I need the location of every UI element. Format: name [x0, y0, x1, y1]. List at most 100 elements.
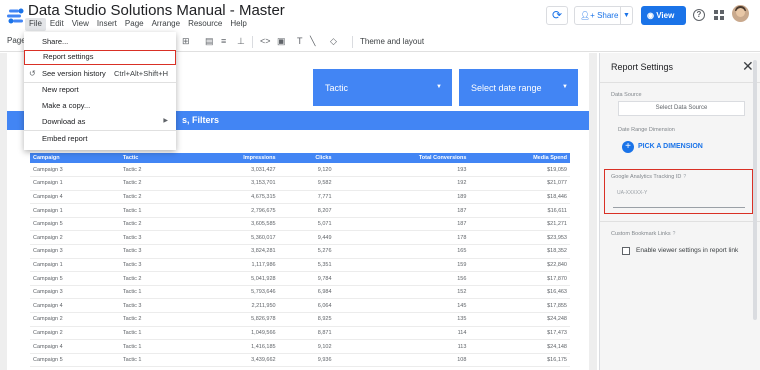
column-header[interactable]: Campaign [30, 153, 120, 163]
table-cell: Campaign 1 [33, 207, 63, 214]
table-row[interactable]: Campaign 3 Tactic 3 3,824,281 5,276 165 $18,3… [30, 245, 570, 259]
panel-title: Report Settings [611, 62, 674, 72]
table-cell: 2,796,675 [251, 207, 276, 214]
table-cell: $24,148 [547, 343, 567, 350]
text-box-icon[interactable]: T [297, 36, 303, 46]
menu-arrange[interactable]: Arrange [148, 18, 184, 31]
avatar-face [736, 8, 745, 17]
table-row[interactable]: Campaign 5 Tactic 2 5,041,928 9,784 156 $17,8… [30, 272, 570, 286]
menu-item-make-copy[interactable]: Make a copy... [24, 98, 176, 113]
tactic-filter-control[interactable]: Tactic ▼ [313, 69, 452, 106]
embed-code-icon[interactable]: <> [260, 36, 271, 46]
table-row[interactable]: Campaign 4 Tactic 2 4,675,315 7,771 189 $18,4… [30, 190, 570, 204]
menu-bar: File Edit View Insert Page Arrange Resou… [25, 18, 251, 31]
menu-item-version-history[interactable]: ↺ See version history Ctrl+Alt+Shift+H [24, 66, 176, 81]
column-header[interactable]: Media Spend [469, 153, 570, 163]
add-data-icon[interactable]: ⊞ [182, 36, 190, 47]
table-row[interactable]: Campaign 3 Tactic 1 5,793,646 6,984 152 $16,4… [30, 285, 570, 299]
table-body: Campaign 3 Tactic 2 3,031,427 9,120 193 $19,0… [30, 163, 570, 367]
help-icon[interactable]: ? [693, 9, 705, 21]
filter-control-icon[interactable]: ≡ [221, 36, 226, 46]
page-navigator[interactable]: Page [7, 36, 26, 45]
share-button[interactable]: 👤︎+ Share [574, 6, 621, 25]
menu-help[interactable]: Help [226, 18, 250, 31]
menu-resource[interactable]: Resource [184, 18, 226, 31]
line-icon[interactable]: ╲ [310, 36, 315, 47]
table-cell: 192 [457, 180, 467, 187]
table-cell: 178 [457, 234, 467, 241]
theme-and-layout-button[interactable]: Theme and layout [360, 37, 424, 46]
user-avatar[interactable] [732, 5, 749, 22]
menu-page[interactable]: Page [121, 18, 148, 31]
menu-item-label: Make a copy... [42, 101, 91, 110]
select-data-source-button[interactable]: Select Data Source [618, 101, 745, 116]
table-row[interactable]: Campaign 1 Tactic 3 1,117,986 5,351 159 $22,8… [30, 258, 570, 272]
menu-item-report-settings[interactable]: Report settings [24, 50, 176, 65]
data-control-icon[interactable]: ⊥ [237, 36, 245, 47]
table-cell: Tactic 1 [122, 357, 142, 364]
table-row[interactable]: Campaign 5 Tactic 2 3,605,585 5,071 187 $21,2… [30, 217, 570, 231]
table-row[interactable]: Campaign 5 Tactic 1 3,439,662 9,936 108 $16,1… [30, 353, 570, 367]
report-title[interactable]: Data Studio Solutions Manual - Master [28, 2, 285, 19]
date-range-dimension-label: Date Range Dimension [618, 127, 675, 133]
table-cell: 1,049,566 [251, 329, 276, 336]
refresh-data-button[interactable]: ⟳ [546, 6, 568, 25]
table-cell: 5,793,646 [251, 289, 276, 296]
panel-scrollbar[interactable] [753, 60, 757, 320]
date-range-label: Select date range [471, 83, 542, 93]
menu-item-download-as[interactable]: Download as ▶ [24, 114, 176, 129]
table-cell: 5,276 [317, 248, 332, 255]
campaign-table[interactable]: Campaign Tactic Impressions Clicks Total… [30, 153, 570, 367]
close-icon[interactable]: ✕ [742, 58, 754, 75]
viewer-settings-label: Enable viewer settings in report link [636, 247, 739, 254]
column-header[interactable]: Impressions [182, 153, 279, 163]
image-icon[interactable]: ▣ [277, 36, 286, 47]
share-dropdown-button[interactable]: ▼ [621, 6, 633, 25]
ga-tracking-id-input[interactable]: UA-XXXXX-Y [613, 186, 745, 208]
table-cell: $21,077 [547, 180, 567, 187]
apps-grid-icon[interactable] [714, 10, 724, 20]
table-row[interactable]: Campaign 2 Tactic 1 1,049,566 8,871 114 $17,4… [30, 326, 570, 340]
menu-item-label: New report [42, 85, 79, 94]
table-cell: 5,360,017 [251, 234, 276, 241]
table-row[interactable]: Campaign 4 Tactic 3 2,211,950 6,064 145 $17,8… [30, 299, 570, 313]
table-cell: 187 [457, 207, 467, 214]
menu-item-share[interactable]: Share... [24, 34, 176, 49]
menu-view[interactable]: View [68, 18, 93, 31]
view-button[interactable]: ◉ View [641, 6, 686, 25]
menu-item-embed-report[interactable]: Embed report [24, 131, 176, 146]
help-icon[interactable]: ? [683, 174, 686, 180]
table-cell: Campaign 3 [33, 248, 63, 255]
table-row[interactable]: Campaign 2 Tactic 2 5,826,978 8,925 135 $24,2… [30, 313, 570, 327]
column-header[interactable]: Clicks [279, 153, 335, 163]
help-icon[interactable]: ? [673, 231, 676, 237]
column-header[interactable]: Tactic [120, 153, 182, 163]
table-row[interactable]: Campaign 1 Tactic 2 3,153,701 9,582 192 $21,0… [30, 177, 570, 191]
table-cell: 3,031,427 [251, 166, 276, 173]
table-row[interactable]: Campaign 3 Tactic 2 3,031,427 9,120 193 $19,0… [30, 163, 570, 177]
table-row[interactable]: Campaign 4 Tactic 1 1,416,185 9,102 113 $24,1… [30, 340, 570, 354]
viewer-settings-checkbox[interactable] [622, 247, 630, 255]
date-range-control[interactable]: Select date range ▼ [459, 69, 578, 106]
column-header[interactable]: Total Conversions [335, 153, 470, 163]
table-cell: Tactic 3 [122, 302, 142, 309]
menu-item-new-report[interactable]: New report [24, 82, 176, 97]
table-cell: 5,071 [317, 221, 332, 228]
pick-dimension-button[interactable]: PICK A DIMENSION [638, 143, 703, 150]
table-row[interactable]: Campaign 2 Tactic 3 5,360,017 9,449 178 $23,9… [30, 231, 570, 245]
table-cell: Tactic 1 [122, 343, 142, 350]
menu-insert[interactable]: Insert [93, 18, 121, 31]
report-settings-panel: Report Settings ✕ Data Source Select Dat… [599, 53, 760, 370]
menu-file[interactable]: File [25, 18, 46, 31]
table-cell: 9,102 [317, 343, 332, 350]
menu-edit[interactable]: Edit [46, 18, 68, 31]
date-range-control-icon[interactable]: ▤ [205, 36, 214, 47]
table-cell: Tactic 2 [122, 275, 142, 282]
shape-icon[interactable]: ◇ [330, 36, 337, 47]
table-cell: Campaign 2 [33, 316, 63, 323]
add-icon[interactable]: + [622, 141, 634, 153]
menu-item-label: Report settings [43, 52, 94, 61]
table-cell: Campaign 1 [33, 180, 63, 187]
table-cell: Tactic 2 [122, 180, 142, 187]
table-row[interactable]: Campaign 1 Tactic 1 2,796,675 8,207 187 $16,6… [30, 204, 570, 218]
